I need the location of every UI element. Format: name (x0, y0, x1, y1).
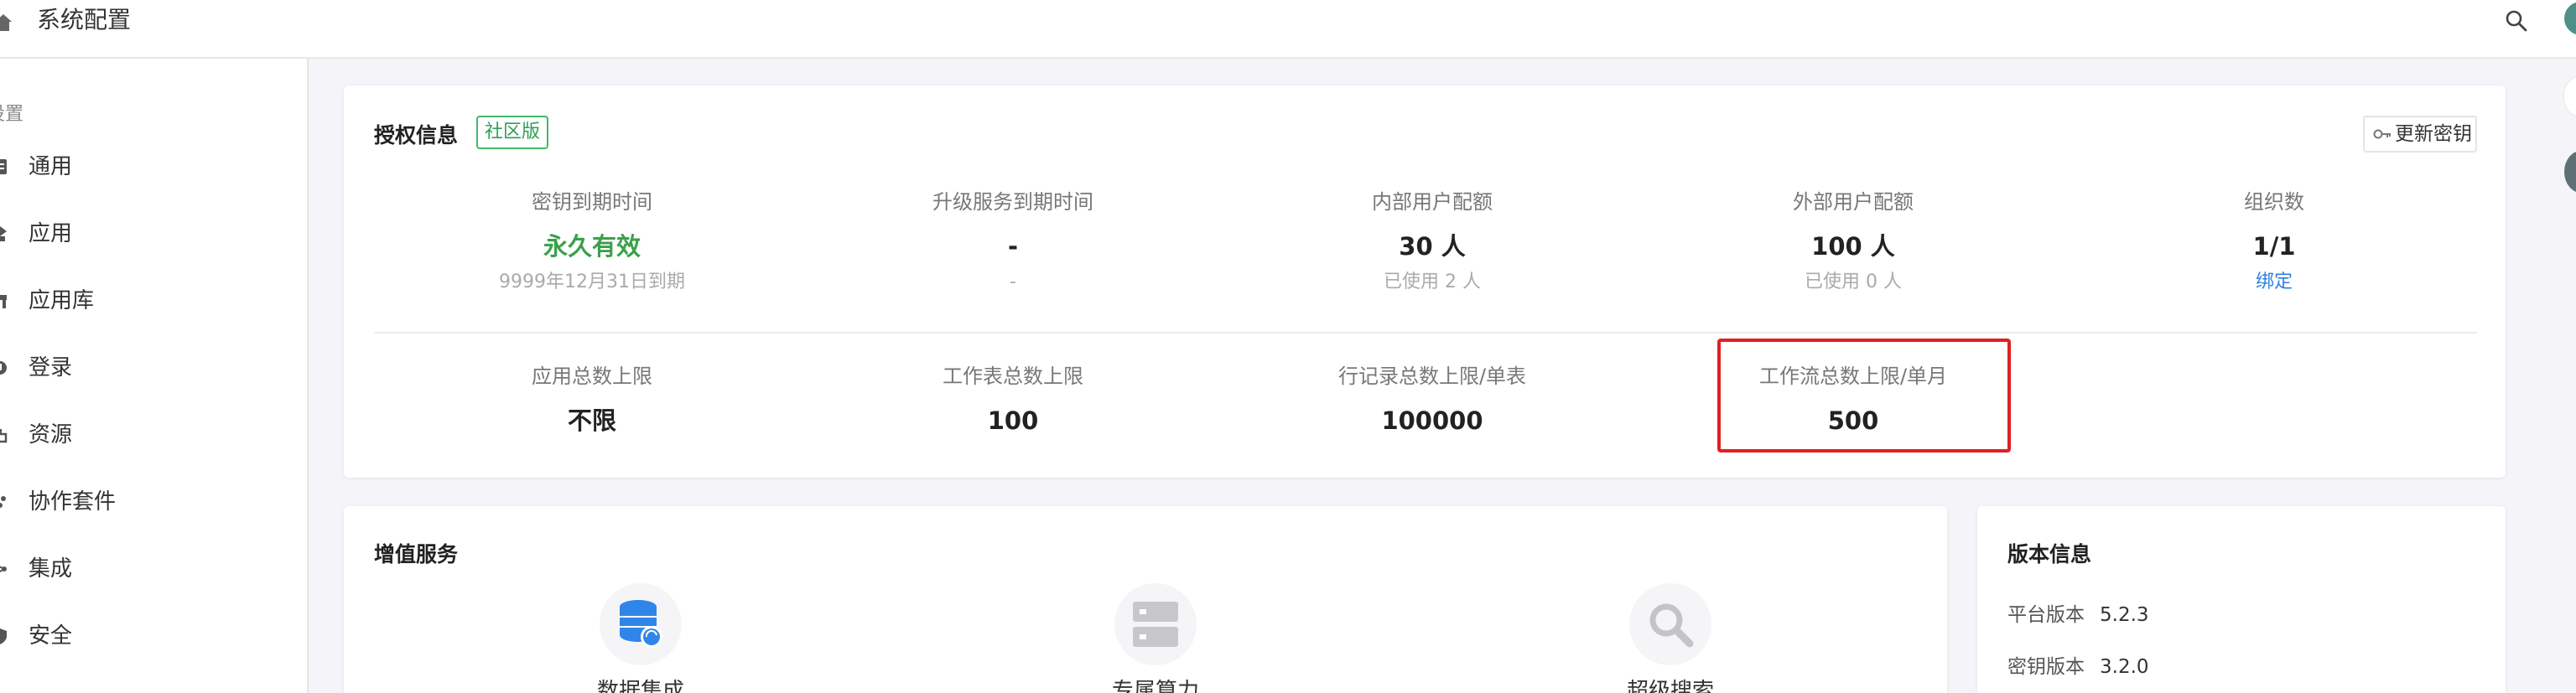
license-card: 授权信息 社区版 更新密钥 密钥到期时间 永久有效 9999年12月31日到期 … (344, 85, 2506, 478)
stat-app-limit: 应用总数上限 不限 (416, 362, 768, 439)
stat-row-limit: 行记录总数上限/单表 100000 (1256, 362, 1608, 439)
version-row-platform: 平台版本 5.2.3 (2007, 598, 2149, 627)
stat-upgrade-expiry: 升级服务到期时间 - - (837, 188, 1189, 295)
sidebar-item-integration[interactable]: 集成 (0, 548, 302, 590)
service-dedicated-compute[interactable]: 专属算力 (1030, 583, 1281, 693)
key-icon (2373, 129, 2391, 139)
stat-label: 应用总数上限 (532, 365, 652, 388)
doc-icon (0, 159, 7, 174)
service-label: 专属算力 (1111, 679, 1199, 693)
value-added-card: 增值服务 数据集成 专属算力 超级搜索 (344, 506, 1947, 693)
sidebar-item-label: 资源 (29, 422, 73, 447)
resource-icon (0, 429, 8, 443)
version-label: 平台版本 (2007, 604, 2085, 626)
version-title: 版本信息 (2007, 542, 2092, 566)
stat-org-count: 组织数 1/1 绑定 (2098, 188, 2450, 295)
version-value: 3.2.0 (2100, 656, 2149, 678)
sidebar-group-label: 设置 (0, 104, 24, 125)
shield-icon (0, 628, 7, 644)
highlight-box (1717, 339, 2011, 453)
stat-value: 100 人 (1811, 232, 1895, 261)
sidebar-item-label: 集成 (29, 556, 73, 582)
stat-label: 密钥到期时间 (532, 190, 652, 214)
service-data-integration[interactable]: 数据集成 (515, 583, 766, 693)
server-icon (1114, 583, 1197, 665)
service-super-search[interactable]: 超级搜索 (1545, 583, 1796, 693)
sidebar-item-label: 登录 (29, 355, 73, 380)
stat-value: 不限 (567, 406, 616, 435)
stat-internal-quota: 内部用户配额 30 人 已使用 2 人 (1256, 188, 1608, 295)
stat-label: 行记录总数上限/单表 (1337, 365, 1527, 388)
stat-sub: 已使用 0 人 (1805, 272, 1902, 292)
stat-label: 外部用户配额 (1793, 190, 1914, 214)
stat-value: 100 (987, 406, 1039, 435)
stat-label: 升级服务到期时间 (932, 190, 1093, 214)
stat-key-expiry: 密钥到期时间 永久有效 9999年12月31日到期 (416, 188, 768, 295)
floating-action-button[interactable] (2563, 75, 2576, 117)
sidebar: 设置 通用 应用 应用库 登录 资源 协作套件 集成 安全 (0, 59, 309, 693)
version-card: 版本信息 平台版本 5.2.3 密钥版本 3.2.0 (1977, 506, 2506, 693)
page-title: 系统配置 (37, 6, 132, 34)
update-key-button[interactable]: 更新密钥 (2363, 116, 2477, 153)
database-sync-icon (600, 583, 682, 665)
value-added-title: 增值服务 (374, 542, 459, 566)
sidebar-item-collab-suite[interactable]: 协作套件 (0, 481, 302, 523)
floating-avatar[interactable] (2564, 151, 2576, 193)
top-header: 系统配置 (0, 0, 2576, 59)
integration-icon (0, 566, 7, 573)
sidebar-item-app-library[interactable]: 应用库 (0, 280, 302, 322)
home-icon[interactable] (0, 12, 13, 34)
stat-label: 工作表总数上限 (943, 365, 1083, 388)
stat-value: 100000 (1381, 406, 1483, 435)
stat-label: 内部用户配额 (1372, 190, 1493, 214)
stat-value: 1/1 (2252, 232, 2296, 261)
avatar[interactable] (2564, 2, 2576, 35)
magnifier-icon (1629, 583, 1711, 665)
sidebar-item-label: 安全 (29, 623, 73, 649)
stat-value: 30 人 (1399, 232, 1466, 261)
stat-sub: 已使用 2 人 (1384, 272, 1481, 292)
sidebar-item-label: 应用 (29, 221, 73, 246)
edition-badge: 社区版 (476, 116, 549, 149)
sidebar-item-resources[interactable]: 资源 (0, 414, 302, 456)
license-title: 授权信息 (374, 123, 459, 147)
stat-value: - (1007, 232, 1019, 261)
sidebar-item-security[interactable]: 安全 (0, 615, 302, 657)
stat-value: 永久有效 (543, 232, 641, 261)
version-label: 密钥版本 (2007, 656, 2085, 678)
version-value: 5.2.3 (2100, 604, 2149, 626)
sidebar-item-general[interactable]: 通用 (0, 146, 302, 188)
sidebar-item-login[interactable]: 登录 (0, 347, 302, 389)
stat-sub: - (1010, 272, 1016, 292)
stat-label: 组织数 (2244, 190, 2304, 214)
stat-worksheet-limit: 工作表总数上限 100 (837, 362, 1189, 439)
version-row-key: 密钥版本 3.2.0 (2007, 650, 2149, 679)
stat-sub: 9999年12月31日到期 (499, 272, 685, 292)
sidebar-item-label: 通用 (29, 154, 73, 179)
service-label: 超级搜索 (1626, 679, 1714, 693)
service-label: 数据集成 (596, 679, 684, 693)
sidebar-item-label: 协作套件 (29, 489, 117, 515)
divider (374, 332, 2477, 334)
sidebar-item-label: 应用库 (29, 288, 95, 313)
bind-link[interactable]: 绑定 (2098, 270, 2450, 295)
store-icon (0, 295, 7, 308)
suite-icon (0, 496, 6, 508)
update-key-label: 更新密钥 (2395, 123, 2472, 145)
apps-icon (0, 226, 7, 241)
login-icon (0, 361, 7, 375)
search-icon[interactable] (2504, 8, 2529, 34)
sidebar-item-apps[interactable]: 应用 (0, 213, 302, 255)
stat-external-quota: 外部用户配额 100 人 已使用 0 人 (1677, 188, 2029, 295)
